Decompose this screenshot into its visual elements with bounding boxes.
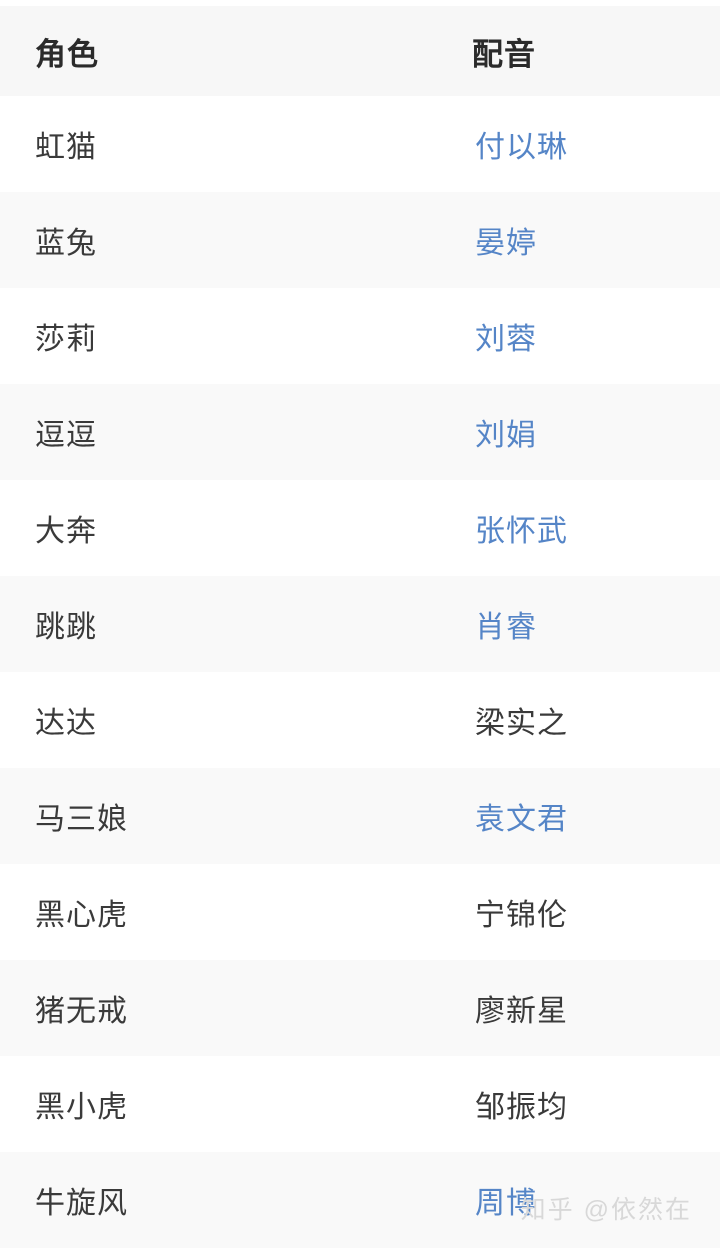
role-name: 马三娘 [35,803,128,836]
cell-voice[interactable]: 肖睿 [452,576,720,672]
voice-actor-link[interactable]: 晏婷 [475,227,537,260]
cell-role: 大奔 [0,480,452,576]
table-header: 角色 配音 [0,6,720,96]
cell-role: 蓝兔 [0,192,452,288]
table-row: 牛旋风 周博 [0,1152,720,1248]
table-row: 猪无戒 廖新星 [0,960,720,1056]
role-name: 猪无戒 [35,995,128,1028]
cell-role: 猪无戒 [0,960,452,1056]
voice-actor-link[interactable]: 张怀武 [475,515,568,548]
table-row: 虹猫 付以琳 [0,96,720,192]
role-name: 黑小虎 [35,1091,128,1124]
role-name: 逗逗 [35,419,97,452]
cell-role: 牛旋风 [0,1152,452,1248]
role-name: 蓝兔 [35,227,97,260]
table-row: 蓝兔 晏婷 [0,192,720,288]
cell-role: 黑心虎 [0,864,452,960]
cell-voice[interactable]: 付以琳 [452,96,720,192]
role-name: 虹猫 [35,131,97,164]
table-body: 虹猫 付以琳蓝兔 晏婷莎莉 刘蓉逗逗 刘娟大奔 张怀武跳跳 肖睿达达 梁实之马三娘 袁文君黑心虎… [0,96,720,1248]
role-name: 达达 [35,707,97,740]
column-header-role: 角色 [0,6,452,96]
voice-actor-name: 廖新星 [475,995,568,1028]
cell-role: 逗逗 [0,384,452,480]
cast-table-page: 角色 配音 虹猫 付以琳蓝兔 晏婷莎莉 刘蓉逗逗 刘娟大奔 张怀武跳跳 肖睿达达 梁实之马三娘… [0,0,720,1252]
table-row: 黑心虎 宁锦伦 [0,864,720,960]
table-row: 黑小虎 邹振均 [0,1056,720,1152]
voice-actor-link[interactable]: 刘娟 [475,419,537,452]
cell-voice: 宁锦伦 [452,864,720,960]
cell-role: 黑小虎 [0,1056,452,1152]
table-row: 莎莉 刘蓉 [0,288,720,384]
role-name: 莎莉 [35,323,97,356]
voice-actor-link[interactable]: 肖睿 [475,611,537,644]
cell-role: 马三娘 [0,768,452,864]
cell-role: 跳跳 [0,576,452,672]
voice-actor-link[interactable]: 付以琳 [475,131,568,164]
cell-voice: 梁实之 [452,672,720,768]
cell-role: 虹猫 [0,96,452,192]
cell-role: 莎莉 [0,288,452,384]
table-row: 马三娘 袁文君 [0,768,720,864]
cell-voice[interactable]: 袁文君 [452,768,720,864]
voice-actor-link[interactable]: 周博 [475,1187,537,1220]
role-name: 跳跳 [35,611,97,644]
role-name: 牛旋风 [35,1187,128,1220]
table-header-row: 角色 配音 [0,6,720,96]
cell-voice[interactable]: 张怀武 [452,480,720,576]
voice-actor-name: 邹振均 [475,1091,568,1124]
table-row: 大奔 张怀武 [0,480,720,576]
voice-actor-link[interactable]: 刘蓉 [475,323,537,356]
cell-role: 达达 [0,672,452,768]
voice-actor-link[interactable]: 袁文君 [475,803,568,836]
table-row: 逗逗 刘娟 [0,384,720,480]
role-name: 大奔 [35,515,97,548]
cell-voice[interactable]: 周博 [452,1152,720,1248]
role-name: 黑心虎 [35,899,128,932]
cast-table: 角色 配音 虹猫 付以琳蓝兔 晏婷莎莉 刘蓉逗逗 刘娟大奔 张怀武跳跳 肖睿达达 梁实之马三娘… [0,6,720,1248]
table-row: 跳跳 肖睿 [0,576,720,672]
column-header-voice: 配音 [452,6,720,96]
cell-voice[interactable]: 晏婷 [452,192,720,288]
voice-actor-name: 梁实之 [475,707,568,740]
cell-voice: 邹振均 [452,1056,720,1152]
cell-voice[interactable]: 刘娟 [452,384,720,480]
table-row: 达达 梁实之 [0,672,720,768]
cell-voice[interactable]: 刘蓉 [452,288,720,384]
cell-voice: 廖新星 [452,960,720,1056]
voice-actor-name: 宁锦伦 [475,899,568,932]
